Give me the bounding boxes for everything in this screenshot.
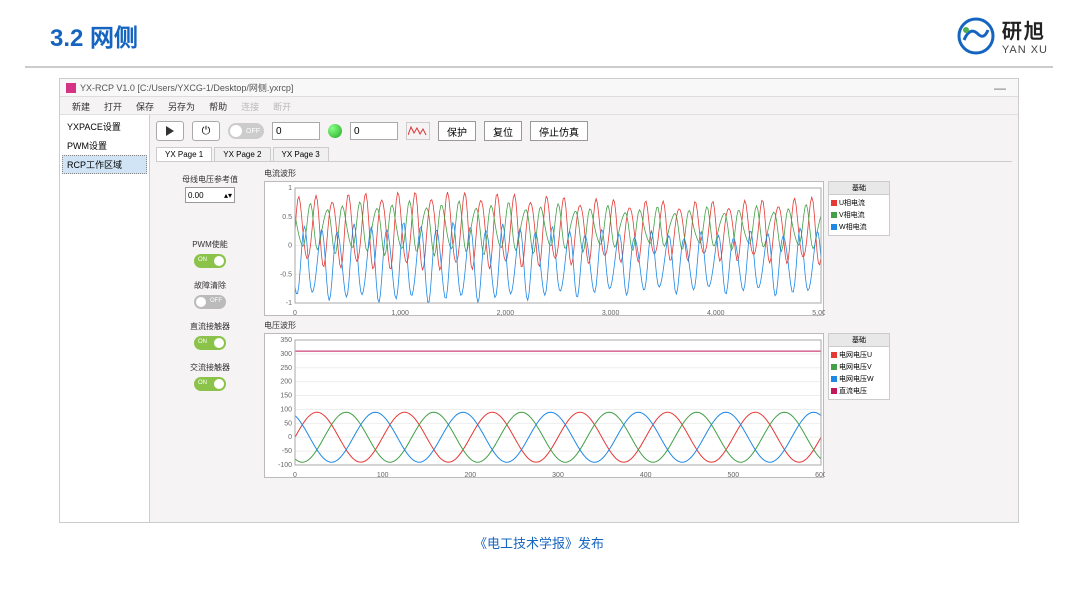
menubar: 新建 打开 保存 另存为 帮助 连接 断开 xyxy=(60,97,1018,115)
footer-text: 《电工技术学报》发布 xyxy=(0,523,1078,562)
chart1-title: 电流波形 xyxy=(264,168,1008,179)
titlebar: YX-RCP V1.0 [C:/Users/YXCG-1/Desktop/网侧.… xyxy=(60,79,1018,97)
svg-text:350: 350 xyxy=(280,337,292,344)
svg-text:0.5: 0.5 xyxy=(282,214,292,221)
minimize-button[interactable]: — xyxy=(988,81,1012,95)
svg-text:300: 300 xyxy=(280,351,292,358)
tab-page-3[interactable]: YX Page 3 xyxy=(273,147,329,161)
bus-voltage-spinner[interactable]: 0.00▴▾ xyxy=(185,187,235,203)
svg-text:250: 250 xyxy=(280,365,292,372)
switch-label-dc: 直流接触器 xyxy=(190,321,230,332)
logo-cn: 研旭 xyxy=(1002,15,1048,44)
logo: 研旭 YAN XU xyxy=(956,15,1048,56)
waveform-icon[interactable] xyxy=(406,122,430,140)
svg-text:5,000: 5,000 xyxy=(812,310,825,317)
menu-connect: 连接 xyxy=(235,99,265,112)
protect-button[interactable]: 保护 xyxy=(438,121,476,141)
chart2-title: 电压波形 xyxy=(264,320,1008,331)
svg-text:300: 300 xyxy=(552,472,564,479)
menu-save[interactable]: 保存 xyxy=(130,99,160,112)
app-icon xyxy=(66,83,76,93)
chart2-legend: 基础 电网电压U电网电压V电网电压W直流电压 xyxy=(828,333,890,400)
svg-text:100: 100 xyxy=(377,472,389,479)
app-window: YX-RCP V1.0 [C:/Users/YXCG-1/Desktop/网侧.… xyxy=(59,78,1019,523)
spinner-label: 母线电压参考值 xyxy=(160,174,260,185)
logo-en: YAN XU xyxy=(1002,44,1048,56)
svg-text:-1: -1 xyxy=(286,300,292,307)
window-title: YX-RCP V1.0 [C:/Users/YXCG-1/Desktop/网侧.… xyxy=(80,81,988,94)
svg-text:400: 400 xyxy=(640,472,652,479)
power-button[interactable] xyxy=(192,121,220,141)
svg-text:50: 50 xyxy=(284,420,292,427)
switch-label-fault: 故障清除 xyxy=(194,280,226,291)
menu-saveas[interactable]: 另存为 xyxy=(162,99,201,112)
svg-text:3,000: 3,000 xyxy=(602,310,620,317)
menu-open[interactable]: 打开 xyxy=(98,99,128,112)
svg-text:4,000: 4,000 xyxy=(707,310,725,317)
svg-text:0: 0 xyxy=(293,472,297,479)
svg-text:150: 150 xyxy=(280,393,292,400)
tabs: YX Page 1 YX Page 2 YX Page 3 xyxy=(156,147,1012,162)
sidebar-item-pwm[interactable]: PWM设置 xyxy=(62,136,147,155)
slide-title: 3.2 网侧 xyxy=(50,18,138,53)
svg-text:-100: -100 xyxy=(278,462,292,469)
svg-text:1: 1 xyxy=(288,185,292,192)
svg-text:2,000: 2,000 xyxy=(497,310,515,317)
menu-new[interactable]: 新建 xyxy=(66,99,96,112)
pwm-enable-toggle[interactable]: ON xyxy=(194,254,226,268)
sidebar-item-rcp[interactable]: RCP工作区域 xyxy=(62,155,147,174)
chart1-legend: 基础 U相电流V相电流W相电流 xyxy=(828,181,890,236)
reset-button[interactable]: 复位 xyxy=(484,121,522,141)
svg-text:1,000: 1,000 xyxy=(391,310,409,317)
play-button[interactable] xyxy=(156,121,184,141)
svg-text:-50: -50 xyxy=(282,448,292,455)
logo-icon xyxy=(956,16,996,56)
control-panel: 母线电压参考值 0.00▴▾ PWM使能 ON 故障清除 OFF 直流接触器 xyxy=(160,168,260,516)
menu-disconnect: 断开 xyxy=(267,99,297,112)
sidebar-item-yxpace[interactable]: YXPACE设置 xyxy=(62,117,147,136)
voltage-chart[interactable]: 350300250200150100500-50-100010020030040… xyxy=(264,333,824,478)
input-2[interactable] xyxy=(350,122,398,140)
svg-text:0: 0 xyxy=(293,310,297,317)
current-chart[interactable]: 10.50-0.5-101,0002,0003,0004,0005,000 xyxy=(264,181,824,316)
svg-text:200: 200 xyxy=(280,379,292,386)
svg-text:100: 100 xyxy=(280,406,292,413)
main-toggle[interactable]: OFF xyxy=(228,123,264,139)
tab-page-2[interactable]: YX Page 2 xyxy=(214,147,270,161)
input-1[interactable] xyxy=(272,122,320,140)
switch-label-ac: 交流接触器 xyxy=(190,362,230,373)
switch-label-pwm: PWM使能 xyxy=(192,239,228,250)
svg-text:500: 500 xyxy=(727,472,739,479)
ac-contactor-toggle[interactable]: ON xyxy=(194,377,226,391)
svg-text:0: 0 xyxy=(288,243,292,250)
sidebar: YXPACE设置 PWM设置 RCP工作区域 xyxy=(60,115,150,522)
menu-help[interactable]: 帮助 xyxy=(203,99,233,112)
svg-text:-0.5: -0.5 xyxy=(280,271,292,278)
svg-text:0: 0 xyxy=(288,434,292,441)
toolbar: OFF 保护 复位 停止仿真 xyxy=(156,119,1012,147)
svg-text:600: 600 xyxy=(815,472,825,479)
svg-text:200: 200 xyxy=(464,472,476,479)
tab-page-1[interactable]: YX Page 1 xyxy=(156,147,212,161)
fault-clear-toggle[interactable]: OFF xyxy=(194,295,226,309)
divider xyxy=(25,66,1053,68)
stop-sim-button[interactable]: 停止仿真 xyxy=(530,121,588,141)
dc-contactor-toggle[interactable]: ON xyxy=(194,336,226,350)
status-led xyxy=(328,124,342,138)
